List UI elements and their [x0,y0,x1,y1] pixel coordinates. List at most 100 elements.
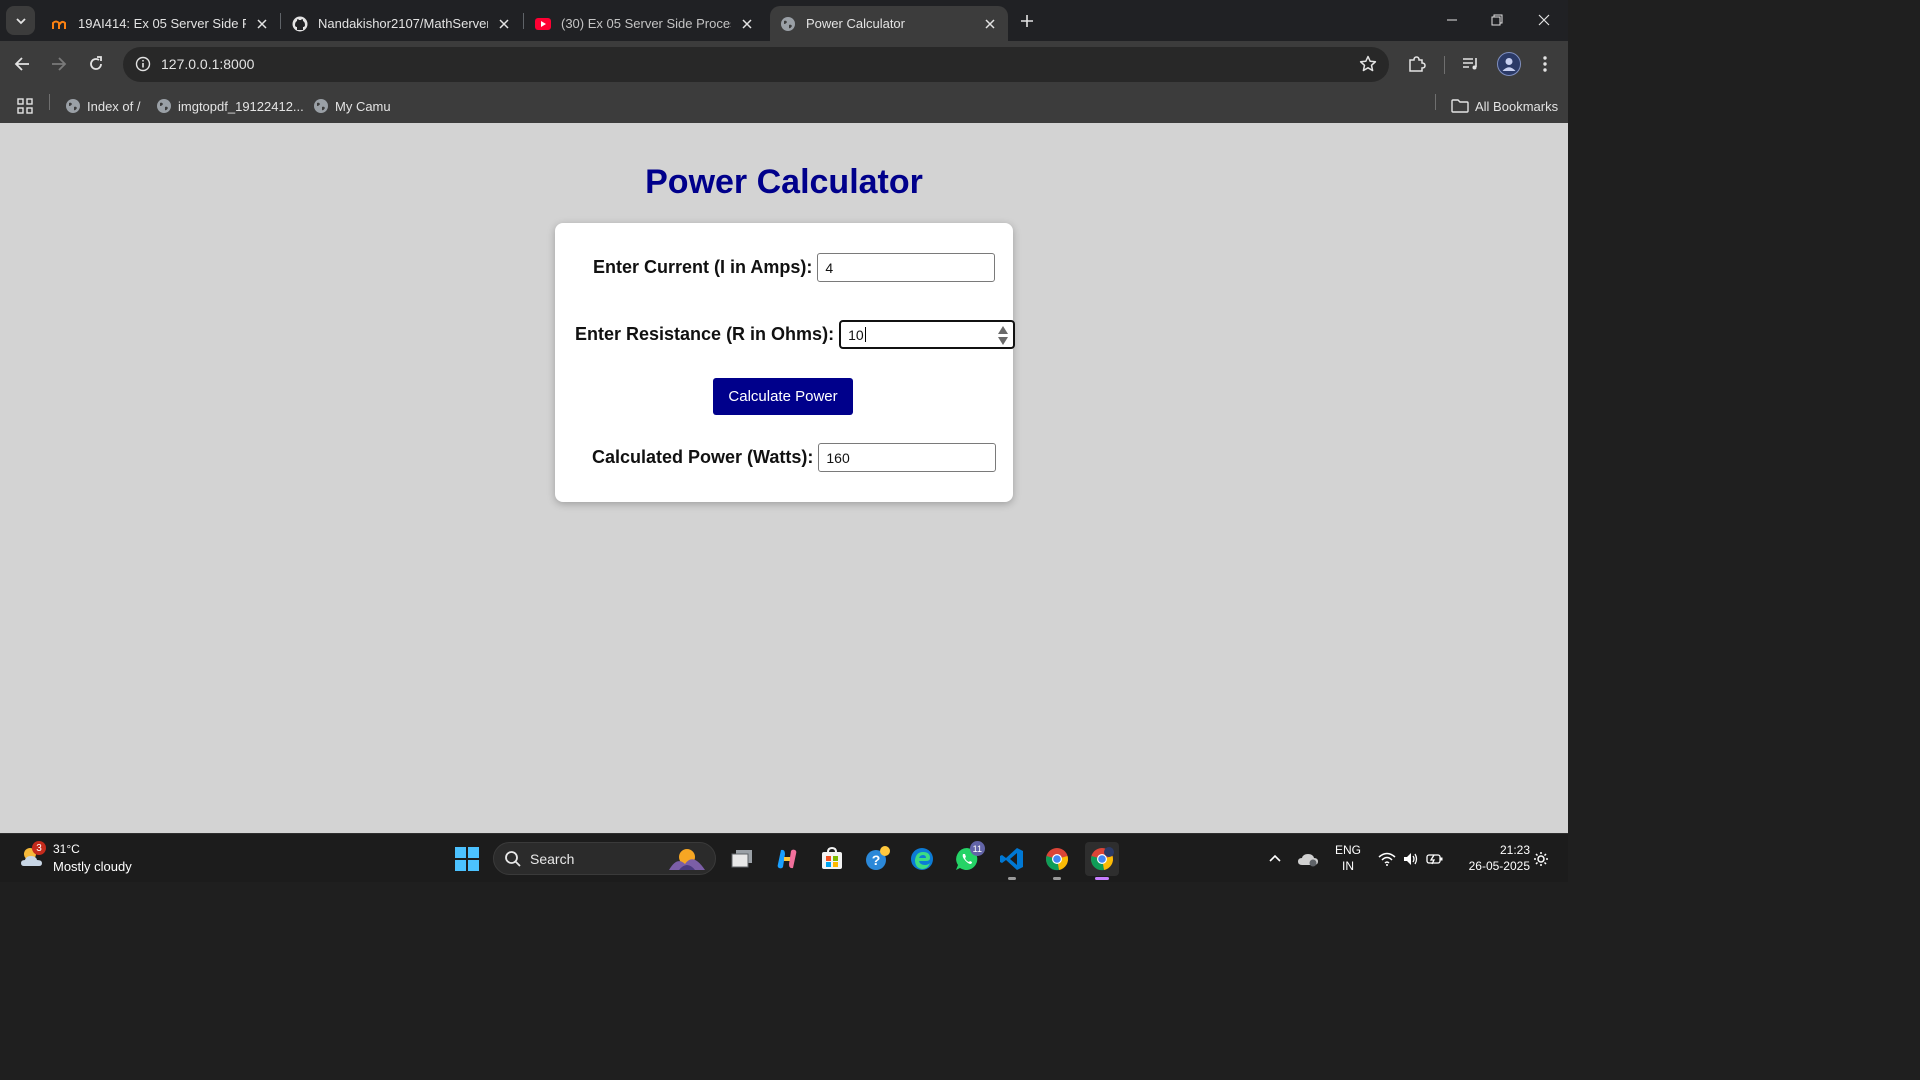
chevron-up-icon [1269,854,1281,862]
task-view-button[interactable] [725,842,759,876]
tab-strip: 19AI414: Ex 05 Server Side Proc Nandakis… [0,0,1568,41]
search-label: Search [530,851,575,867]
running-indicator [1053,877,1061,880]
notification-settings-icon [1534,852,1548,866]
current-label: Enter Current (I in Amps): [593,257,813,277]
notifications-button[interactable] [1530,842,1552,876]
current-input[interactable]: 4 [817,253,996,282]
result-row: Calculated Power (Watts): 160 [592,443,997,472]
search-highlight-icon [669,849,705,870]
media-queue-icon [1463,58,1477,70]
bookmark-imgtopdf[interactable]: imgtopdf_19122412... [156,94,304,118]
region-code: IN [1342,859,1354,873]
chrome-profile-icon [1091,847,1114,871]
tab-1[interactable]: 19AI414: Ex 05 Server Side Proc [42,6,280,41]
current-row: Enter Current (I in Amps): 4 [593,253,996,282]
youtube-icon [535,16,551,32]
clock[interactable]: 21:23 26-05-2025 [1454,843,1530,873]
copilot-button[interactable] [770,842,804,876]
arrow-right-icon [52,57,67,71]
address-bar[interactable]: 127.0.0.1:8000 [123,47,1389,82]
close-window-button[interactable] [1521,0,1567,40]
result-value: 160 [826,449,850,466]
taskbar-search-box[interactable]: Search [493,842,716,875]
help-icon: ? [866,846,890,870]
microsoft-store-button[interactable] [815,842,849,876]
bookmark-my-camu[interactable]: My Camu [313,94,391,118]
all-bookmarks-button[interactable]: All Bookmarks [1451,94,1558,118]
windows-logo-icon [455,847,479,871]
bookmark-separator [49,94,50,110]
restore-button[interactable] [1474,0,1520,40]
tab-3[interactable]: (30) Ex 05 Server Side Processin [525,6,765,41]
bookmark-star-icon[interactable] [1357,53,1379,75]
vscode-button[interactable] [995,842,1029,880]
apps-grid-icon [17,98,33,114]
text-cursor [864,327,866,342]
calculate-power-button[interactable]: Calculate Power [713,378,853,415]
system-tray-quick-settings[interactable] [1374,848,1448,870]
get-help-button[interactable]: ? [860,842,894,876]
notification-badge: 11 [969,841,985,856]
spin-down-icon[interactable] [998,337,1009,345]
copilot-icon [777,849,797,869]
resistance-input[interactable]: 10 [839,320,1016,349]
site-info-icon[interactable] [131,52,155,76]
start-button[interactable] [450,842,484,876]
profile-icon [1502,58,1516,71]
extensions-button[interactable] [1404,51,1430,77]
whatsapp-button[interactable]: 11 [950,841,985,876]
number-spinner[interactable] [998,326,1009,345]
tab-search-button[interactable] [6,6,35,35]
minimize-button[interactable] [1429,0,1475,40]
back-button[interactable] [9,51,35,77]
edge-button[interactable] [905,842,939,876]
current-value: 4 [825,259,834,276]
active-indicator [1095,877,1109,880]
language-indicator[interactable]: ENG IN [1332,843,1364,873]
spin-up-icon[interactable] [998,326,1009,334]
tab-separator [523,13,524,29]
folder-icon [1451,98,1469,114]
tab-title: Power Calculator [806,16,905,31]
restore-icon [1491,14,1503,26]
url-text[interactable]: 127.0.0.1:8000 [161,56,254,72]
globe-icon [780,16,796,32]
bookmarks-bar: Index of / imgtopdf_19122412... My Camu … [0,88,1568,123]
bookmark-label: My Camu [335,98,391,114]
forward-button[interactable] [46,51,72,77]
media-control-button[interactable] [1458,51,1484,77]
result-output[interactable]: 160 [818,443,997,472]
chevron-down-icon [15,17,26,24]
tab-title: Nandakishor2107/MathServer [318,16,488,31]
tab-2[interactable]: Nandakishor2107/MathServer [282,6,522,41]
globe-icon [156,98,172,114]
arrow-left-icon [14,57,29,71]
show-hidden-icons-button[interactable] [1262,842,1288,876]
result-label: Calculated Power (Watts): [592,447,814,467]
new-tab-button[interactable] [1016,10,1038,32]
reload-button[interactable] [83,51,109,77]
chrome-profile-button[interactable] [1085,842,1119,880]
tab-4-active[interactable]: Power Calculator [770,6,1008,41]
windows-taskbar: 3 31°C Mostly cloudy Search ? 11 ENG IN … [0,833,1568,882]
all-bookmarks-label: All Bookmarks [1475,98,1559,114]
tab-title: (30) Ex 05 Server Side Processin [561,16,731,31]
onedrive-button[interactable] [1294,842,1322,876]
close-icon[interactable] [496,16,512,32]
close-icon [1538,14,1550,26]
resistance-label: Enter Resistance (R in Ohms): [575,324,835,344]
moodle-icon [52,16,68,32]
vscode-icon [1000,848,1023,870]
task-view-icon [731,850,752,868]
browser-toolbar: 127.0.0.1:8000 [0,41,1568,88]
close-icon[interactable] [254,16,270,32]
chrome-menu-button[interactable] [1532,51,1558,77]
close-icon[interactable] [982,16,998,32]
chrome-button[interactable] [1040,842,1074,880]
profile-avatar[interactable] [1497,52,1521,76]
bookmark-index[interactable]: Index of / [65,94,140,118]
apps-button[interactable] [16,94,34,118]
calculator-card: Enter Current (I in Amps): 4 Enter Resis… [555,223,1016,502]
close-icon[interactable] [739,16,755,32]
